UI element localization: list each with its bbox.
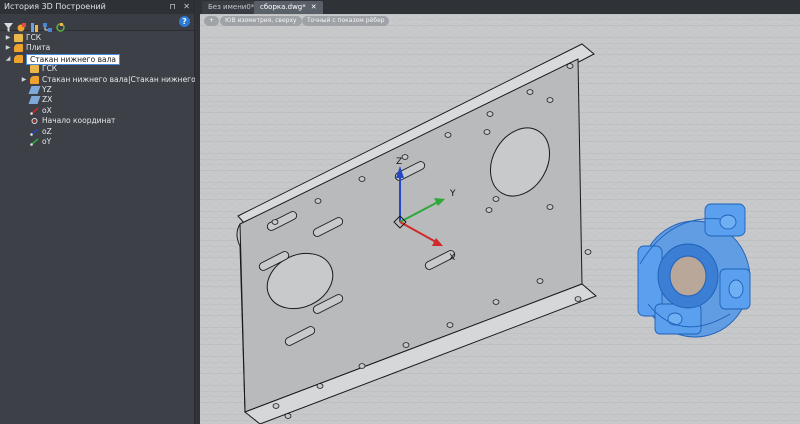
- link-icon[interactable]: [30, 17, 39, 32]
- tree-item[interactable]: oZ: [0, 127, 194, 137]
- tab-label: сборка.dwg*: [260, 3, 306, 11]
- hierarchy-icon[interactable]: [43, 17, 52, 32]
- plane-icon: [28, 96, 41, 105]
- part-icon: [30, 75, 39, 84]
- expand-arrow-icon[interactable]: ▶: [20, 75, 28, 85]
- tree-item-label: ZX: [42, 95, 53, 105]
- tree-item[interactable]: ГСК: [0, 64, 194, 74]
- tree-item[interactable]: oY: [0, 137, 194, 147]
- help-icon[interactable]: ?: [179, 16, 190, 27]
- tree-item-label: oZ: [42, 126, 52, 136]
- viewport-menu-label: +: [209, 17, 215, 24]
- tree-item[interactable]: ▶ Плита: [0, 43, 194, 53]
- tree-item[interactable]: oX: [0, 106, 194, 116]
- expand-arrow-icon[interactable]: ▶: [4, 33, 12, 43]
- pin-icon[interactable]: ⊓: [170, 2, 176, 11]
- axis-z-icon: [30, 127, 39, 136]
- part-icon: [14, 54, 23, 63]
- tree-item[interactable]: YZ: [0, 85, 194, 95]
- model-canvas[interactable]: Z Y X: [200, 14, 800, 424]
- expand-arrow-icon[interactable]: ◢: [4, 54, 12, 64]
- axis-label-y: Y: [449, 189, 456, 199]
- tree-item[interactable]: ◢ Стакан нижнего вала: [0, 53, 194, 65]
- plane-icon: [28, 85, 41, 94]
- tree-item-label: Начало координат: [42, 116, 116, 126]
- tree-item[interactable]: ZX: [0, 95, 194, 105]
- tree-item-label: ГСК: [26, 33, 42, 42]
- document-tabs: Без имени0* сборка.dwg* ✕: [200, 0, 800, 14]
- filter-icon[interactable]: [4, 17, 13, 32]
- refresh-icon[interactable]: [56, 17, 65, 32]
- origin-icon: [30, 117, 39, 125]
- part-icon: [14, 44, 23, 53]
- tab-unnamed[interactable]: Без имени0*: [202, 1, 261, 14]
- viewport-menu-button[interactable]: +: [204, 16, 220, 26]
- tree-item-label: Стакан нижнего вала|Стакан нижнего вала: [42, 74, 217, 84]
- close-icon[interactable]: ✕: [183, 2, 190, 11]
- panel-title: История 3D Построений: [4, 2, 106, 11]
- panel-title-bar: История 3D Построений ⊓ ✕: [0, 0, 194, 14]
- tree-item-label: Стакан нижнего вала: [26, 53, 120, 65]
- axis-y-icon: [30, 138, 39, 146]
- tree-item-label: oX: [42, 105, 52, 115]
- visual-style-button[interactable]: Точный с показом рёбер: [302, 16, 390, 26]
- tree-item[interactable]: Начало координат: [0, 116, 194, 126]
- axis-x-icon: [30, 107, 39, 115]
- add-part-icon[interactable]: [17, 17, 26, 32]
- tab-assembly[interactable]: сборка.dwg* ✕: [254, 1, 323, 14]
- tree-item[interactable]: ▶ ГСК: [0, 33, 194, 43]
- view-direction-button[interactable]: ЮВ изометрия, сверху: [220, 16, 302, 26]
- view-direction-label: ЮВ изометрия, сверху: [225, 17, 297, 24]
- folder-icon: [14, 34, 23, 42]
- panel-toolbar: ?: [0, 14, 194, 32]
- 3d-viewport[interactable]: Z Y X + ЮВ изометрия, сверху Точный с по…: [200, 14, 800, 424]
- axis-label-x: X: [449, 253, 455, 263]
- history-panel: История 3D Построений ⊓ ✕ ? ▶ ГСК ▶ Плита ◢ С…: [0, 0, 217, 424]
- axis-label-z: Z: [396, 157, 402, 167]
- tab-label: Без имени0*: [208, 3, 255, 11]
- history-tree: ▶ ГСК ▶ Плита ◢ Стакан нижнего вала ГСК ▶ Стакан…: [0, 31, 217, 147]
- tree-item-label: YZ: [42, 84, 52, 94]
- visual-style-label: Точный с показом рёбер: [307, 17, 385, 24]
- tree-item[interactable]: ▶ Стакан нижнего вала|Стакан нижнего вала: [0, 75, 217, 85]
- tree-item-label: oY: [42, 136, 52, 146]
- tree-item-label: Плита: [26, 43, 51, 53]
- expand-arrow-icon[interactable]: ▶: [4, 43, 12, 53]
- close-tab-icon[interactable]: ✕: [311, 3, 317, 11]
- tree-item-label: ГСК: [42, 64, 58, 74]
- folder-icon: [30, 65, 39, 74]
